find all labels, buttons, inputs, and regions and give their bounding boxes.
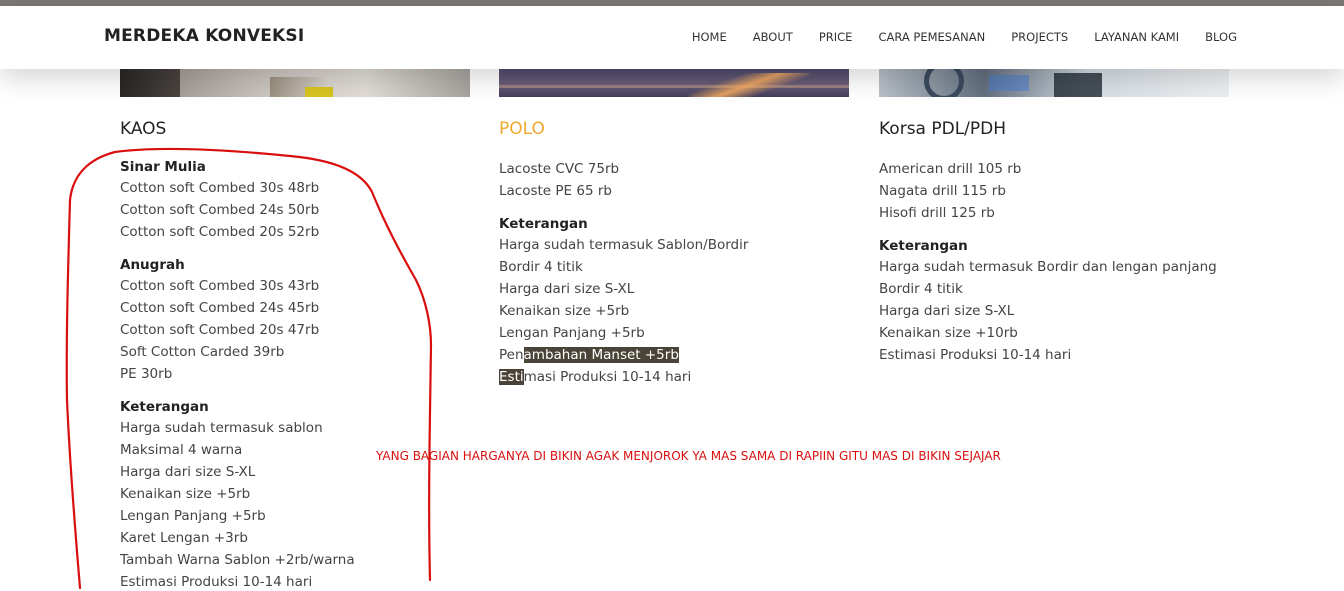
keterangan-item: Estimasi Produksi 10-14 hari	[879, 347, 1072, 363]
text-plain: Pen	[499, 347, 524, 363]
price-item: Lacoste PE 65 rb	[499, 183, 612, 199]
korsa-title: Korsa PDL/PDH	[879, 119, 1007, 139]
kaos-title: KAOS	[120, 119, 167, 139]
nav-price[interactable]: PRICE	[819, 30, 853, 44]
nav-blog[interactable]: BLOG	[1205, 30, 1237, 44]
keterangan-item: Estimasi Produksi 10-14 hari	[120, 574, 313, 590]
price-item: Hisofi drill 125 rb	[879, 205, 995, 221]
keterangan-item: Harga sudah termasuk sablon	[120, 420, 323, 436]
polo-image	[499, 69, 849, 97]
site-header: MERDEKA KONVEKSI HOME ABOUT PRICE CARA P…	[0, 6, 1344, 69]
price-item: PE 30rb	[120, 366, 173, 382]
keterangan-item: Bordir 4 titik	[499, 259, 583, 275]
text-plain: masi Produksi 10-14 hari	[523, 369, 692, 385]
price-item: Cotton soft Combed 24s 50rb	[120, 202, 320, 218]
korsa-column: Korsa PDL/PDH American drill 105 rb Naga…	[879, 115, 1217, 366]
keterangan-item-selected[interactable]: Estimasi Produksi 10-14 hari	[499, 366, 748, 388]
keterangan-item: Kenaikan size +5rb	[499, 303, 630, 319]
korsa-image	[879, 69, 1229, 97]
keterangan-item: Harga sudah termasuk Sablon/Bordir	[499, 237, 749, 253]
brand-logo[interactable]: MERDEKA KONVEKSI	[104, 26, 304, 46]
price-item: Nagata drill 115 rb	[879, 183, 1006, 199]
price-item: Soft Cotton Carded 39rb	[120, 344, 285, 360]
price-item: Cotton soft Combed 20s 52rb	[120, 224, 320, 240]
price-item: Cotton soft Combed 30s 48rb	[120, 180, 320, 196]
polo-column: POLO Lacoste CVC 75rb Lacoste PE 65 rb K…	[499, 115, 748, 388]
annotation-note: YANG BAGIAN HARGANYA DI BIKIN AGAK MENJO…	[376, 449, 1001, 463]
kaos-column: KAOS Sinar Mulia Cotton soft Combed 30s …	[120, 115, 355, 591]
price-item: American drill 105 rb	[879, 161, 1022, 177]
keterangan-item: Harga dari size S-XL	[499, 281, 635, 297]
nav-projects[interactable]: PROJECTS	[1011, 30, 1068, 44]
keterangan-item: Kenaikan size +5rb	[120, 486, 251, 502]
polo-keterangan-heading: Keterangan	[499, 216, 588, 232]
keterangan-item-selected[interactable]: Penambahan Manset +5rb	[499, 344, 748, 366]
korsa-keterangan-heading: Keterangan	[879, 238, 968, 254]
text-selection[interactable]: ambahan Manset +5rb	[523, 347, 679, 363]
nav-layanan-kami[interactable]: LAYANAN KAMI	[1094, 30, 1179, 44]
kaos-image	[120, 69, 470, 97]
price-item: Cotton soft Combed 20s 47rb	[120, 322, 320, 338]
keterangan-item: Maksimal 4 warna	[120, 442, 243, 458]
keterangan-item: Harga dari size S-XL	[879, 303, 1015, 319]
keterangan-item: Lengan Panjang +5rb	[120, 508, 266, 524]
main-nav: HOME ABOUT PRICE CARA PEMESANAN PROJECTS…	[666, 30, 1237, 44]
text-selection[interactable]: Esti	[499, 369, 524, 385]
price-item: Cotton soft Combed 24s 45rb	[120, 300, 320, 316]
nav-about[interactable]: ABOUT	[753, 30, 793, 44]
anugrah-heading: Anugrah	[120, 257, 185, 273]
keterangan-item: Harga dari size S-XL	[120, 464, 256, 480]
keterangan-item: Tambah Warna Sablon +2rb/warna	[120, 552, 355, 568]
keterangan-item: Karet Lengan +3rb	[120, 530, 248, 546]
polo-title: POLO	[499, 119, 545, 139]
kaos-keterangan-heading: Keterangan	[120, 399, 209, 415]
sinar-mulia-heading: Sinar Mulia	[120, 159, 206, 175]
keterangan-item: Bordir 4 titik	[879, 281, 963, 297]
keterangan-item: Kenaikan size +10rb	[879, 325, 1018, 341]
price-item: Cotton soft Combed 30s 43rb	[120, 278, 320, 294]
price-item: Lacoste CVC 75rb	[499, 161, 620, 177]
keterangan-item: Harga sudah termasuk Bordir dan lengan p…	[879, 259, 1217, 275]
nav-cara-pemesanan[interactable]: CARA PEMESANAN	[878, 30, 985, 44]
keterangan-item: Lengan Panjang +5rb	[499, 325, 645, 341]
nav-home[interactable]: HOME	[692, 30, 727, 44]
